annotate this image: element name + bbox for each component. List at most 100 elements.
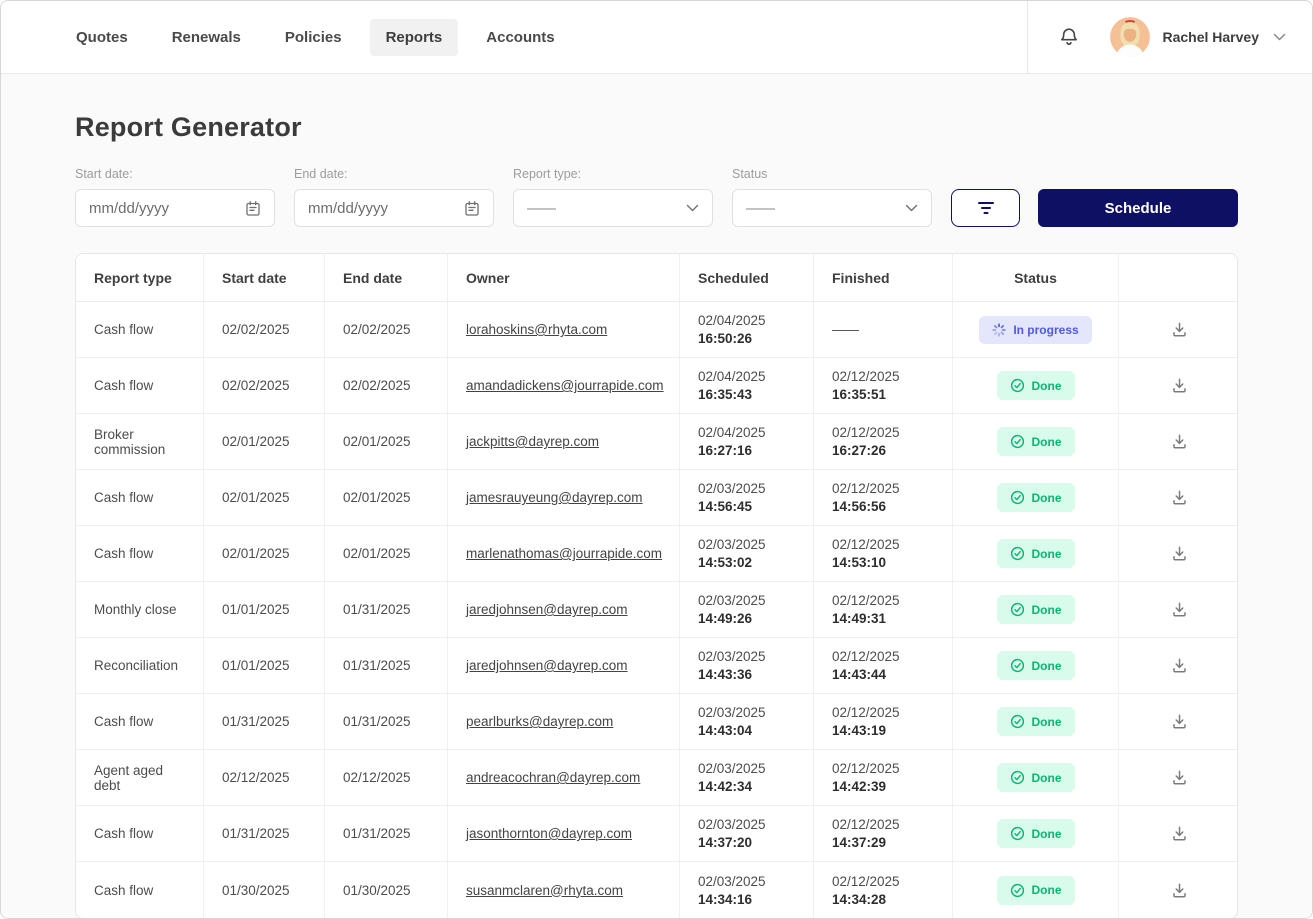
status-cell: Done xyxy=(953,526,1119,582)
download-icon xyxy=(1172,882,1186,898)
user-name: Rachel Harvey xyxy=(1162,29,1259,45)
owner-email-link[interactable]: susanmclaren@rhyta.com xyxy=(466,883,623,898)
owner-email-link[interactable]: lorahoskins@rhyta.com xyxy=(466,322,607,337)
status-badge: Done xyxy=(996,875,1075,905)
download-cell xyxy=(1119,526,1237,582)
owner-email-link[interactable]: marlenathomas@jourrapide.com xyxy=(466,546,662,561)
download-icon xyxy=(1172,714,1186,729)
status-badge: Done xyxy=(996,371,1075,400)
download-button[interactable] xyxy=(1167,373,1192,398)
download-icon xyxy=(1172,378,1186,393)
download-button[interactable] xyxy=(1167,765,1192,790)
status-cell: Done xyxy=(953,694,1119,750)
status-badge: Done xyxy=(996,539,1075,568)
owner-email-link[interactable]: amandadickens@jourrapide.com xyxy=(466,378,664,393)
report-type-cell: Cash flow xyxy=(76,806,204,862)
download-button[interactable] xyxy=(1167,541,1192,566)
end-date-cell: 02/02/2025 xyxy=(325,358,448,414)
finished-cell: —— xyxy=(814,302,953,358)
report-type-cell: Cash flow xyxy=(76,526,204,582)
download-cell xyxy=(1119,750,1237,806)
end-date-input[interactable] xyxy=(308,199,438,217)
download-cell xyxy=(1119,470,1237,526)
main-content: Report Generator Start date: End d xyxy=(1,74,1312,918)
download-cell xyxy=(1119,358,1237,414)
owner-email-link[interactable]: jasonthornton@dayrep.com xyxy=(466,826,632,841)
main-nav: Quotes Renewals Policies Reports Accounts xyxy=(1,1,571,73)
status-cell: Done xyxy=(953,470,1119,526)
nav-item-renewals[interactable]: Renewals xyxy=(156,19,257,56)
owner-email-link[interactable]: jaredjohnsen@dayrep.com xyxy=(466,602,628,617)
download-cell xyxy=(1119,806,1237,862)
finished-cell: 02/12/2025 14:43:44 xyxy=(814,638,953,694)
filter-button[interactable] xyxy=(951,189,1020,227)
owner-email-link[interactable]: jaredjohnsen@dayrep.com xyxy=(466,658,628,673)
check-circle-icon xyxy=(1010,434,1025,449)
start-date-input[interactable] xyxy=(89,199,219,217)
owner-email-link[interactable]: jackpitts@dayrep.com xyxy=(466,434,599,449)
download-button[interactable] xyxy=(1167,429,1192,454)
download-button[interactable] xyxy=(1167,709,1192,734)
owner-email-link[interactable]: jamesrauyeung@dayrep.com xyxy=(466,490,643,505)
owner-cell: pearlburks@dayrep.com xyxy=(448,694,680,750)
report-type-select[interactable]: —— xyxy=(513,189,713,227)
scheduled-cell: 02/03/2025 14:53:02 xyxy=(680,526,814,582)
check-circle-icon xyxy=(1010,546,1025,561)
scheduled-cell: 02/04/2025 16:35:43 xyxy=(680,358,814,414)
notifications-bell-button[interactable] xyxy=(1054,22,1084,52)
reports-table-card: Report type Start date End date Owner Schedu… xyxy=(75,253,1238,918)
owner-cell: jaredjohnsen@dayrep.com xyxy=(448,582,680,638)
download-icon xyxy=(1172,322,1186,337)
page-title: Report Generator xyxy=(75,112,302,142)
check-circle-icon xyxy=(1010,826,1025,841)
nav-item-policies[interactable]: Policies xyxy=(269,19,358,56)
report-type-cell: Reconciliation xyxy=(76,638,204,694)
table-row: Agent aged debt 02/12/2025 02/12/2025 an… xyxy=(76,750,1237,806)
nav-item-accounts[interactable]: Accounts xyxy=(470,19,570,56)
start-date-cell: 02/02/2025 xyxy=(204,358,325,414)
download-icon xyxy=(1172,602,1186,617)
download-cell xyxy=(1119,694,1237,750)
status-select[interactable]: —— xyxy=(732,189,932,227)
start-date-field[interactable] xyxy=(75,189,275,227)
owner-email-link[interactable]: andreacochran@dayrep.com xyxy=(466,770,640,785)
download-icon xyxy=(1172,770,1186,785)
download-button[interactable] xyxy=(1167,653,1192,678)
report-type-label: Report type: xyxy=(513,167,582,181)
status-cell: Done xyxy=(953,414,1119,470)
user-menu[interactable]: Rachel Harvey xyxy=(1110,17,1286,57)
calendar-icon[interactable] xyxy=(245,200,261,217)
report-type-cell: Cash flow xyxy=(76,358,204,414)
owner-email-link[interactable]: pearlburks@dayrep.com xyxy=(466,714,613,729)
download-button[interactable] xyxy=(1167,878,1192,903)
status-badge: Done xyxy=(996,707,1075,736)
end-date-cell: 02/01/2025 xyxy=(325,414,448,470)
chevron-down-icon xyxy=(686,204,699,212)
end-date-field[interactable] xyxy=(294,189,494,227)
download-button[interactable] xyxy=(1167,485,1192,510)
download-button[interactable] xyxy=(1167,597,1192,622)
start-date-cell: 01/01/2025 xyxy=(204,582,325,638)
calendar-icon[interactable] xyxy=(464,200,480,217)
finished-cell: 02/12/2025 14:53:10 xyxy=(814,526,953,582)
nav-item-quotes[interactable]: Quotes xyxy=(60,19,144,56)
nav-item-reports[interactable]: Reports xyxy=(369,18,459,56)
status-filter: Status —— xyxy=(732,167,932,227)
reports-table: Report type Start date End date Owner Schedu… xyxy=(76,254,1237,918)
finished-cell: 02/12/2025 14:43:19 xyxy=(814,694,953,750)
table-row: Broker commission 02/01/2025 02/01/2025 … xyxy=(76,414,1237,470)
table-row: Cash flow 01/31/2025 01/31/2025 pearlbur… xyxy=(76,694,1237,750)
download-button[interactable] xyxy=(1167,317,1192,342)
start-date-cell: 01/31/2025 xyxy=(204,694,325,750)
check-circle-icon xyxy=(1010,490,1025,505)
report-type-cell: Cash flow xyxy=(76,470,204,526)
check-circle-icon xyxy=(1010,658,1025,673)
chevron-down-icon xyxy=(905,204,918,212)
check-circle-icon xyxy=(1010,714,1025,729)
end-date-cell: 01/31/2025 xyxy=(325,638,448,694)
spinner-icon xyxy=(992,322,1006,337)
schedule-button[interactable]: Schedule xyxy=(1038,189,1238,227)
start-date-cell: 02/02/2025 xyxy=(204,302,325,358)
end-date-cell: 02/02/2025 xyxy=(325,302,448,358)
download-button[interactable] xyxy=(1167,821,1192,846)
